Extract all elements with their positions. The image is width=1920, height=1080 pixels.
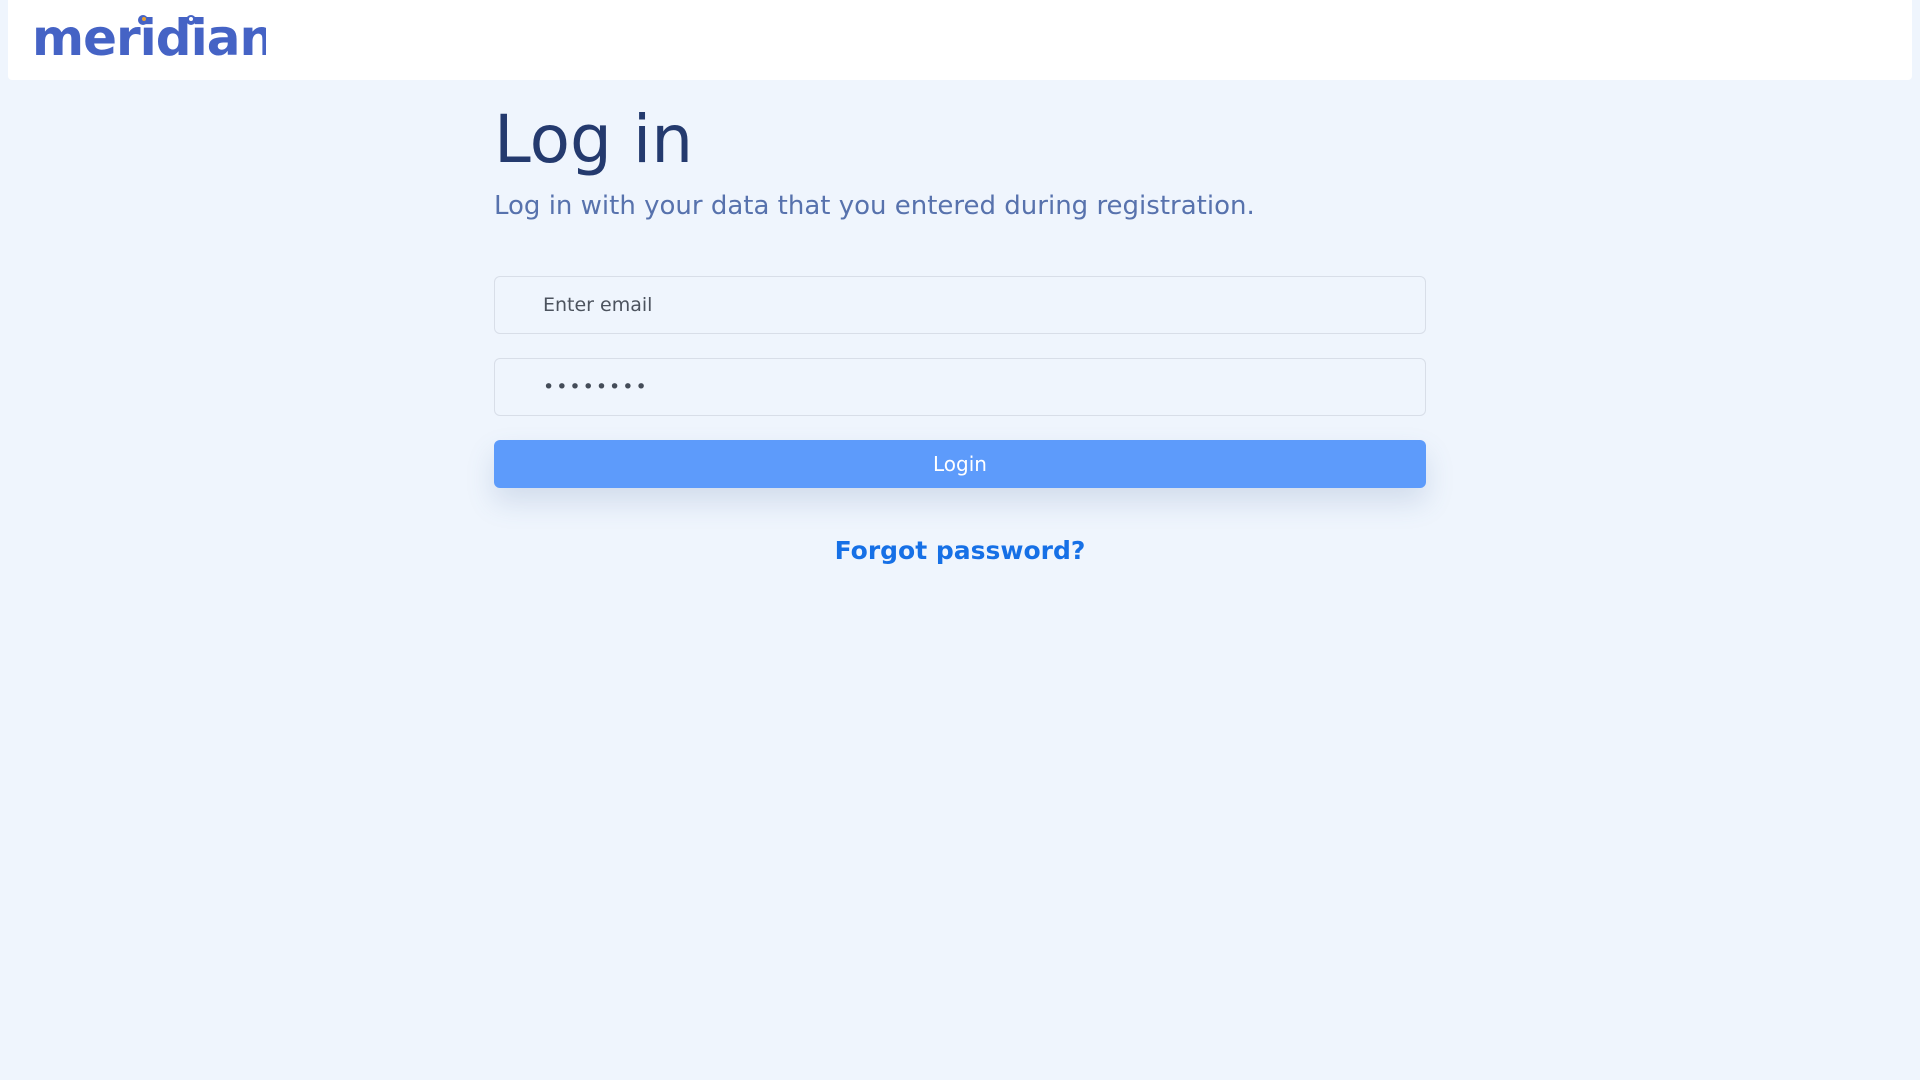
page-title: Log in <box>494 101 694 178</box>
logo-dot-accent <box>142 17 146 21</box>
email-field[interactable] <box>494 276 1426 334</box>
password-field[interactable] <box>494 358 1426 416</box>
top-bar: meridian <box>8 0 1912 80</box>
login-panel: Log in Log in with your data that you en… <box>494 100 1426 565</box>
login-button[interactable]: Login <box>494 440 1426 488</box>
forgot-password-link[interactable]: Forgot password? <box>835 536 1086 565</box>
meridian-logo[interactable]: meridian <box>26 12 266 60</box>
logo-graphic: meridian <box>32 12 266 60</box>
login-form: Login <box>494 276 1426 488</box>
logo-text: meridian <box>32 12 266 60</box>
forgot-password-container: Forgot password? <box>494 536 1426 565</box>
logo-dot-highlight <box>189 17 193 21</box>
page-subtitle: Log in with your data that you entered d… <box>494 191 1255 221</box>
